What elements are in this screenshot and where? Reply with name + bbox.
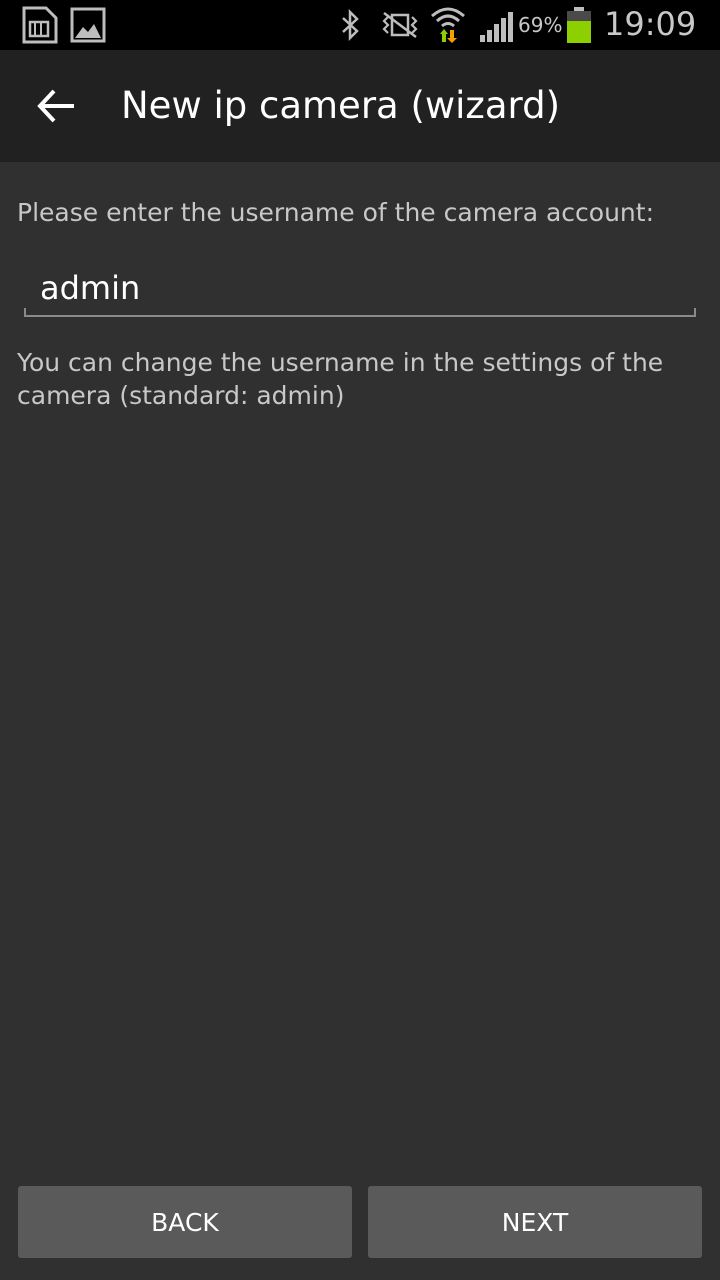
username-prompt: Please enter the username of the camera … [17, 198, 654, 227]
battery-percent: 69% [518, 13, 563, 37]
input-underline-right-tick [694, 308, 696, 316]
battery-icon [567, 7, 591, 43]
status-bar: 69% 19:09 [0, 0, 720, 50]
username-input[interactable] [24, 262, 696, 314]
input-underline [24, 315, 696, 317]
sim-card-icon [22, 6, 58, 44]
vibrate-icon [382, 12, 418, 38]
username-field-wrap [24, 262, 696, 320]
wifi-icon [431, 7, 465, 43]
clock: 19:09 [604, 5, 697, 43]
signal-icon [480, 12, 513, 42]
username-hint: You can change the username in the setti… [17, 348, 664, 410]
input-underline-left-tick [24, 308, 26, 316]
bluetooth-icon [342, 9, 359, 41]
app-bar: New ip camera (wizard) [0, 50, 720, 162]
back-button[interactable]: BACK [18, 1186, 352, 1258]
next-button[interactable]: NEXT [368, 1186, 702, 1258]
arrow-back-icon[interactable] [34, 86, 78, 126]
gallery-icon [70, 7, 106, 43]
page-title: New ip camera (wizard) [121, 84, 561, 127]
